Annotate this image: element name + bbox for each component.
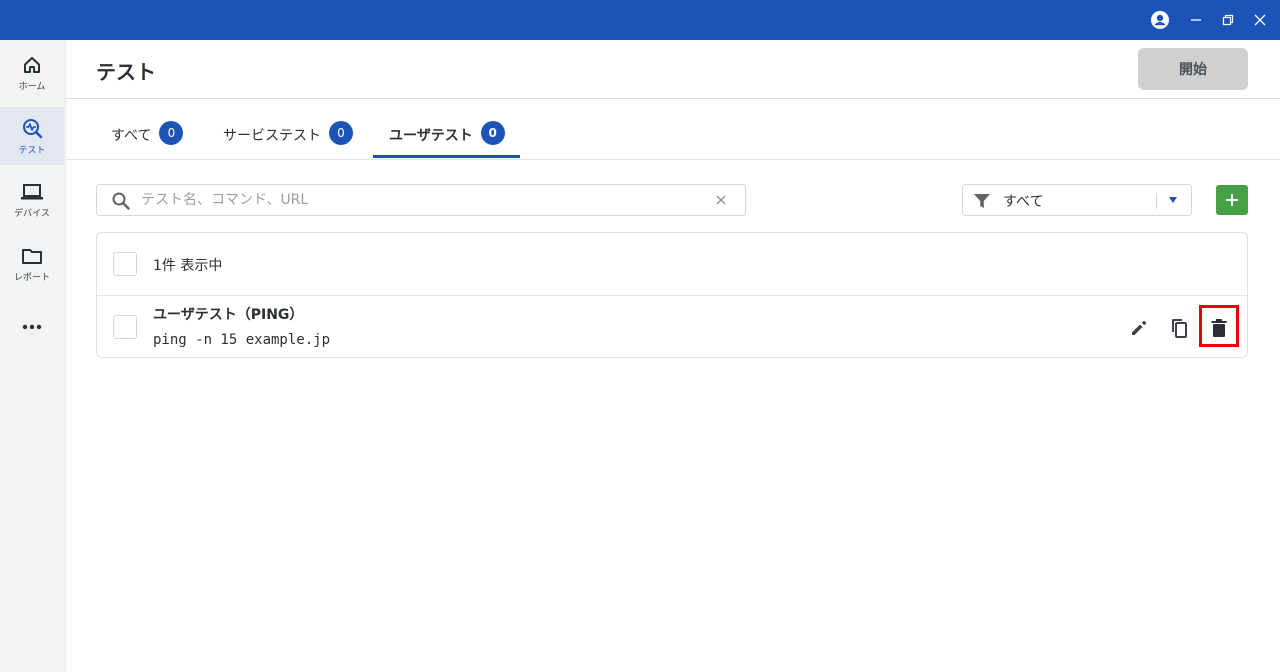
select-all-checkbox[interactable]	[113, 252, 137, 276]
tab-service-tests[interactable]: サービステスト 0	[223, 121, 353, 159]
add-test-button[interactable]	[1216, 185, 1248, 215]
test-icon	[23, 118, 43, 138]
sidebar-item-label: テスト	[18, 145, 46, 156]
tab-bar: すべて 0 サービステスト 0 ユーザテスト 0	[66, 100, 1280, 160]
plus-icon	[1226, 194, 1238, 206]
chevron-down-icon	[1169, 197, 1177, 203]
row-checkbox[interactable]	[113, 315, 137, 339]
count-badge: 0	[480, 121, 505, 145]
main-content: テスト 開始 すべて 0 サービステスト 0 ユーザテスト 0 すべて	[66, 40, 1280, 672]
search-input[interactable]	[141, 190, 701, 210]
count-badge: 0	[329, 121, 353, 145]
close-icon[interactable]	[1250, 10, 1270, 30]
tab-all[interactable]: すべて 0	[111, 121, 184, 159]
restore-icon[interactable]	[1218, 10, 1238, 30]
account-icon[interactable]	[1150, 10, 1170, 30]
sidebar-item-label: ホーム	[18, 81, 46, 92]
laptop-icon	[21, 183, 43, 199]
sidebar-item-label: レポート	[13, 272, 50, 283]
list-item[interactable]: ユーザテスト（PING） ping -n 15 example.jp	[97, 296, 1247, 358]
page-title: テスト	[96, 60, 156, 84]
start-button[interactable]: 開始	[1138, 48, 1248, 90]
filter-icon	[974, 194, 990, 208]
filter-select[interactable]: すべて	[962, 184, 1192, 216]
sidebar-item-reports[interactable]: レポート	[0, 235, 64, 293]
divider	[1156, 193, 1157, 209]
tab-label: サービステスト	[223, 128, 321, 144]
sidebar: ホーム テスト デバイス レポート	[0, 40, 66, 672]
folder-icon	[22, 248, 42, 264]
clear-search-icon[interactable]	[711, 190, 731, 210]
title-bar	[0, 0, 1280, 40]
more-icon	[22, 324, 42, 330]
test-command: ping -n 15 example.jp	[153, 332, 331, 348]
result-count: 1件 表示中	[153, 258, 223, 274]
sidebar-item-test[interactable]: テスト	[0, 107, 64, 165]
search-box	[96, 184, 746, 216]
sidebar-item-more[interactable]	[0, 298, 64, 356]
count-badge: 0	[159, 121, 184, 145]
sidebar-item-home[interactable]: ホーム	[0, 44, 64, 102]
page-header: テスト 開始	[66, 40, 1280, 99]
tab-label: すべて	[111, 128, 152, 144]
home-icon	[24, 56, 40, 73]
tab-user-tests[interactable]: ユーザテスト 0	[389, 121, 505, 159]
search-icon	[112, 192, 130, 210]
test-list: 1件 表示中 ユーザテスト（PING） ping -n 15 example.j…	[96, 232, 1248, 358]
sidebar-item-devices[interactable]: デバイス	[0, 171, 64, 229]
minimize-icon[interactable]	[1186, 10, 1206, 30]
sidebar-item-label: デバイス	[14, 208, 50, 219]
tab-label: ユーザテスト	[389, 128, 473, 144]
test-name: ユーザテスト（PING）	[153, 307, 304, 323]
highlight-box	[1199, 305, 1239, 347]
filter-value: すべて	[1003, 194, 1044, 210]
edit-icon[interactable]	[1127, 316, 1151, 340]
active-tab-indicator	[373, 155, 520, 158]
list-header: 1件 表示中	[97, 233, 1247, 296]
copy-icon[interactable]	[1167, 316, 1191, 340]
